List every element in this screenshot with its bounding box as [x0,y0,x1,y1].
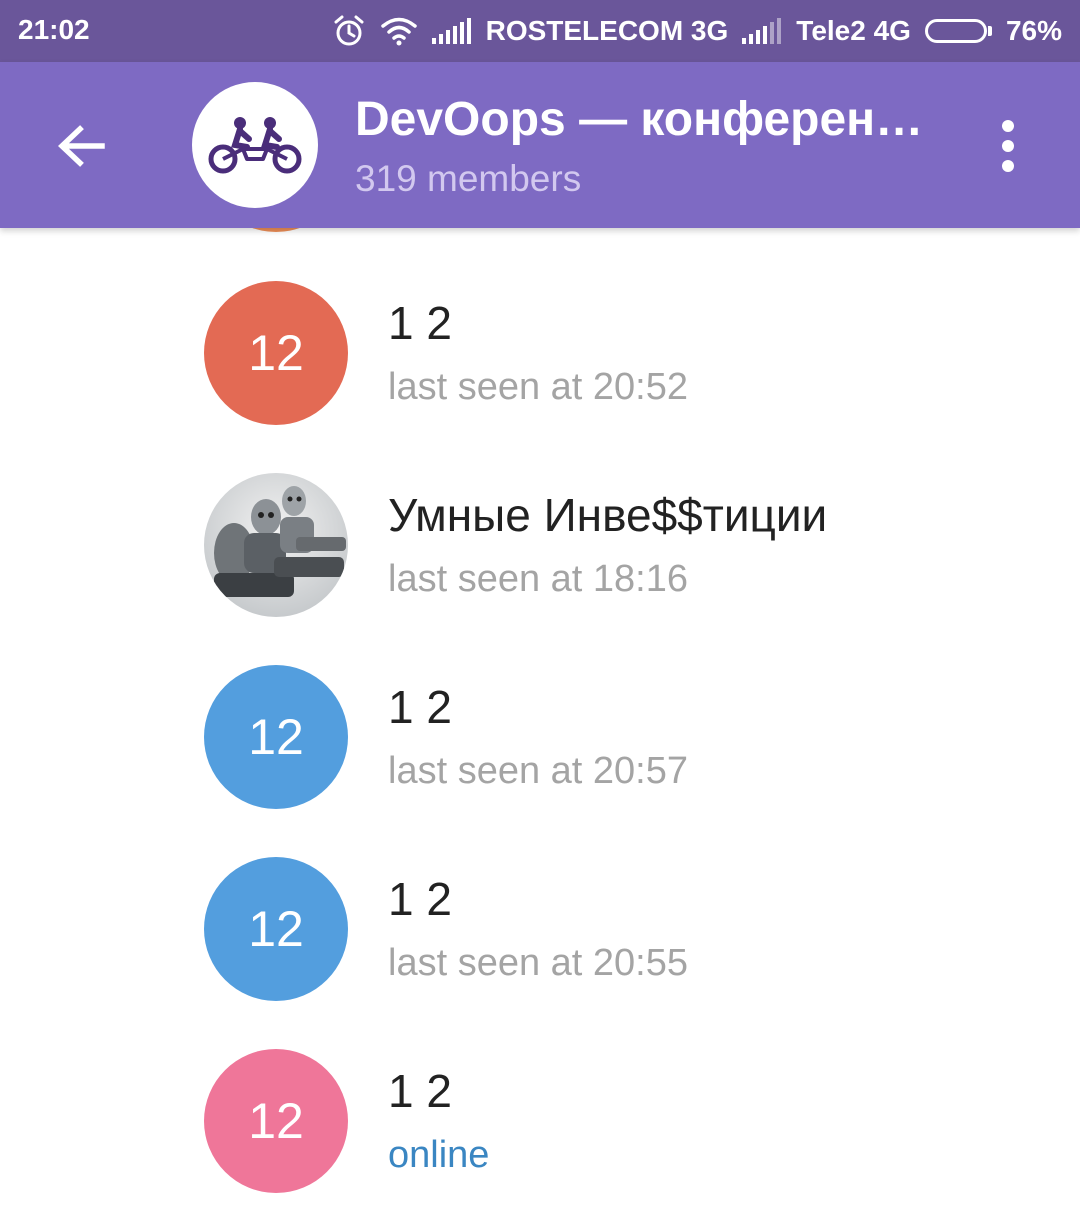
carrier-2: Tele2 4G [796,15,911,46]
signal-icon [742,18,782,44]
more-vert-icon[interactable] [988,114,1028,178]
battery-percent: 76% [1005,15,1062,46]
back-button[interactable] [50,114,114,178]
group-title[interactable]: DevOops — конферен… [355,92,935,147]
photo-robots-image [204,473,348,617]
member-status: last seen at 18:16 [388,558,688,600]
avatar[interactable]: 12 [204,665,348,809]
member-name: 1 2 [388,873,452,925]
list-item[interactable]: 12 1 2 last seen at 20:52 [0,228,1080,425]
avatar-photo[interactable] [204,473,348,617]
avatar[interactable]: 12 [204,281,348,425]
status-time: 21:02 [18,14,90,45]
member-name: Умные Инве$$тиции [388,489,828,541]
back-arrow-icon [57,125,105,167]
member-name: 1 2 [388,681,452,733]
tandem-bike-logo [208,117,302,174]
carrier-1: ROSTELECOM 3G [485,15,729,46]
wifi-icon [380,16,418,46]
status-bar: 21:02 ROSTELECOM 3G Tele2 4G 76% [0,0,1080,62]
members-count: 319 members [355,158,582,199]
status-indicators: ROSTELECOM 3G Tele2 4G 76% [318,14,1062,48]
alarm-icon [332,14,366,48]
battery-icon [924,19,992,43]
avatar[interactable]: 12 [204,1049,348,1193]
member-status: online [388,1134,490,1176]
list-item[interactable]: 12 1 2 last seen at 20:57 [0,612,1080,809]
group-avatar[interactable] [192,82,318,208]
member-status: last seen at 20:57 [388,750,688,792]
member-name: 1 2 [388,1065,452,1117]
member-status: last seen at 20:55 [388,942,688,984]
avatar[interactable]: 12 [204,857,348,1001]
list-item[interactable]: 12 1 2 last seen at 20:55 [0,804,1080,1001]
list-item[interactable]: Умные Инве$$тиции last seen at 18:16 [0,420,1080,617]
member-status: last seen at 20:52 [388,366,688,408]
chat-header: DevOops — конферен… 319 members [0,62,1080,228]
member-list: 12 1 2 last seen at 20:52 Умные Инве$$ти… [0,228,1080,1225]
signal-icon [431,18,472,44]
member-name: 1 2 [388,297,452,349]
list-item[interactable]: 12 1 2 online [0,996,1080,1193]
